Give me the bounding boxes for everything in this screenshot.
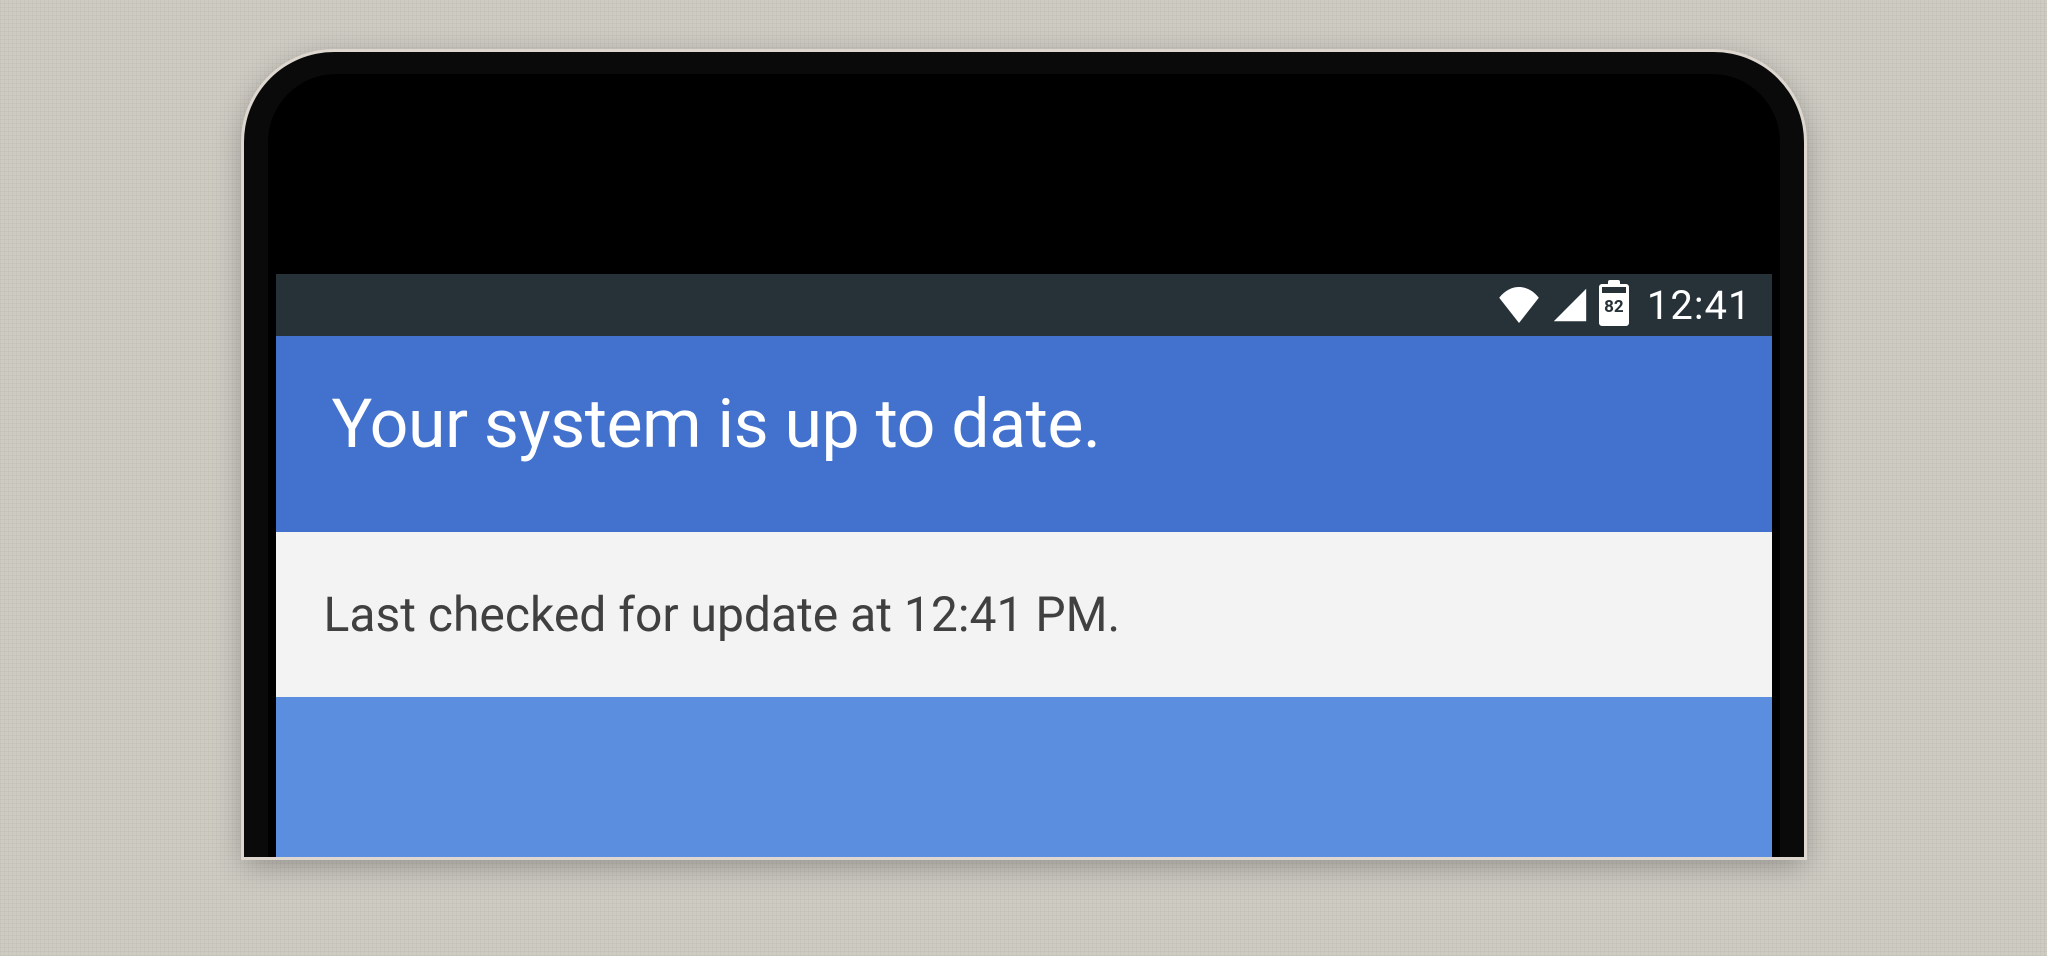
update-title: Your system is up to date.: [332, 384, 1716, 464]
phone-frame: 82 12:41 Your system is up to date. Last…: [244, 52, 1804, 857]
cell-signal-icon: [1551, 287, 1589, 323]
action-bar[interactable]: [276, 697, 1772, 857]
battery-level: 82: [1604, 297, 1624, 317]
update-header: Your system is up to date.: [276, 336, 1772, 532]
screen: 82 12:41 Your system is up to date. Last…: [276, 274, 1772, 857]
status-clock: 12:41: [1647, 282, 1752, 329]
last-checked-card: Last checked for update at 12:41 PM.: [276, 532, 1772, 697]
status-bar[interactable]: 82 12:41: [276, 274, 1772, 336]
wifi-icon: [1497, 287, 1541, 323]
battery-icon: 82: [1599, 284, 1629, 326]
last-checked-text: Last checked for update at 12:41 PM.: [324, 586, 1724, 643]
